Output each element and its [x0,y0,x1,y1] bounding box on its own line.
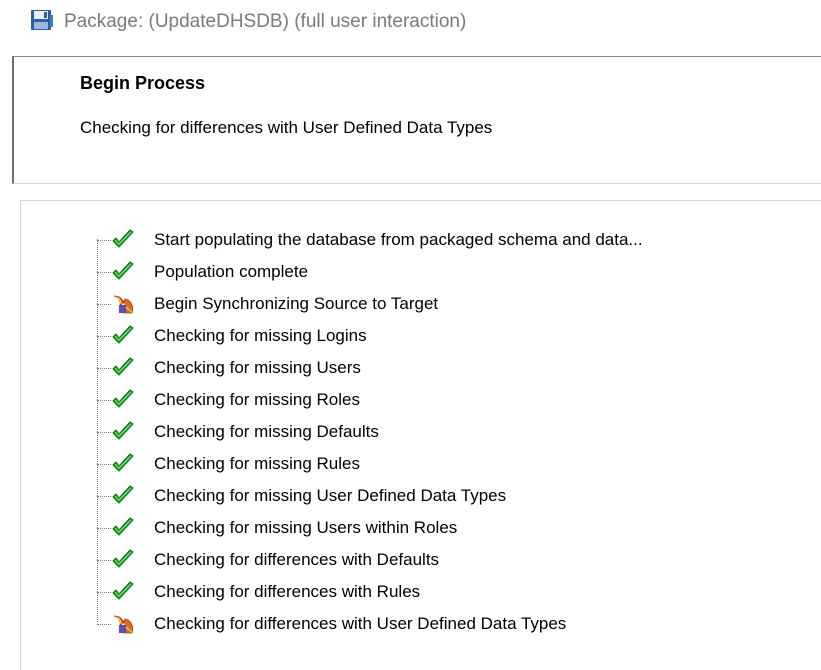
tree-branch-line [97,592,111,593]
step-label: Checking for differences with Rules [154,582,421,601]
tree-branch-line [97,368,111,369]
green-check-icon [111,389,135,411]
step-label: Population complete [154,262,309,281]
step-label: Checking for missing Users within Roles [154,518,458,537]
status-message: Checking for differences with User Defin… [80,118,493,137]
tree-connector-line [97,239,98,622]
tree-branch-line [97,624,111,625]
step-label: Checking for missing Users [154,358,361,377]
tree-branch-line [97,272,111,273]
status-panel: Begin Process Checking for differences w… [12,56,821,184]
tree-branch-line [97,528,111,529]
green-check-icon [111,357,135,379]
step-label: Start populating the database from packa… [154,230,643,249]
green-check-icon [111,421,135,443]
running-task-icon [111,613,135,635]
running-task-icon [111,293,135,315]
step-label: Checking for missing Roles [154,390,360,409]
process-steps-tree[interactable]: Start populating the database from packa… [20,200,821,670]
status-heading: Begin Process [80,73,206,93]
tree-branch-line [97,304,111,305]
step-label: Checking for differences with Defaults [154,550,440,569]
green-check-icon [111,325,135,347]
step-label: Checking for missing User Defined Data T… [154,486,507,505]
tree-branch-line [97,240,111,241]
green-check-icon [111,581,135,603]
tree-branch-line [97,496,111,497]
step-label: Checking for missing Logins [154,326,367,345]
green-check-icon [111,549,135,571]
green-check-icon [111,517,135,539]
tree-branch-line [97,464,111,465]
window-title-bar: Package: (UpdateDHSDB) (full user intera… [30,8,466,36]
green-check-icon [111,485,135,507]
tree-branch-line [97,336,111,337]
step-label: Checking for missing Rules [154,454,360,473]
tree-branch-line [97,432,111,433]
tree-branch-line [97,560,111,561]
step-label: Checking for differences with User Defin… [154,614,567,633]
step-label: Checking for missing Defaults [154,422,379,441]
step-label: Begin Synchronizing Source to Target [154,294,439,313]
green-check-icon [111,261,135,283]
floppy-disk-icon [30,9,54,36]
green-check-icon [111,453,135,475]
window-title: Package: (UpdateDHSDB) (full user intera… [64,11,467,32]
green-check-icon [111,229,135,251]
tree-branch-line [97,400,111,401]
